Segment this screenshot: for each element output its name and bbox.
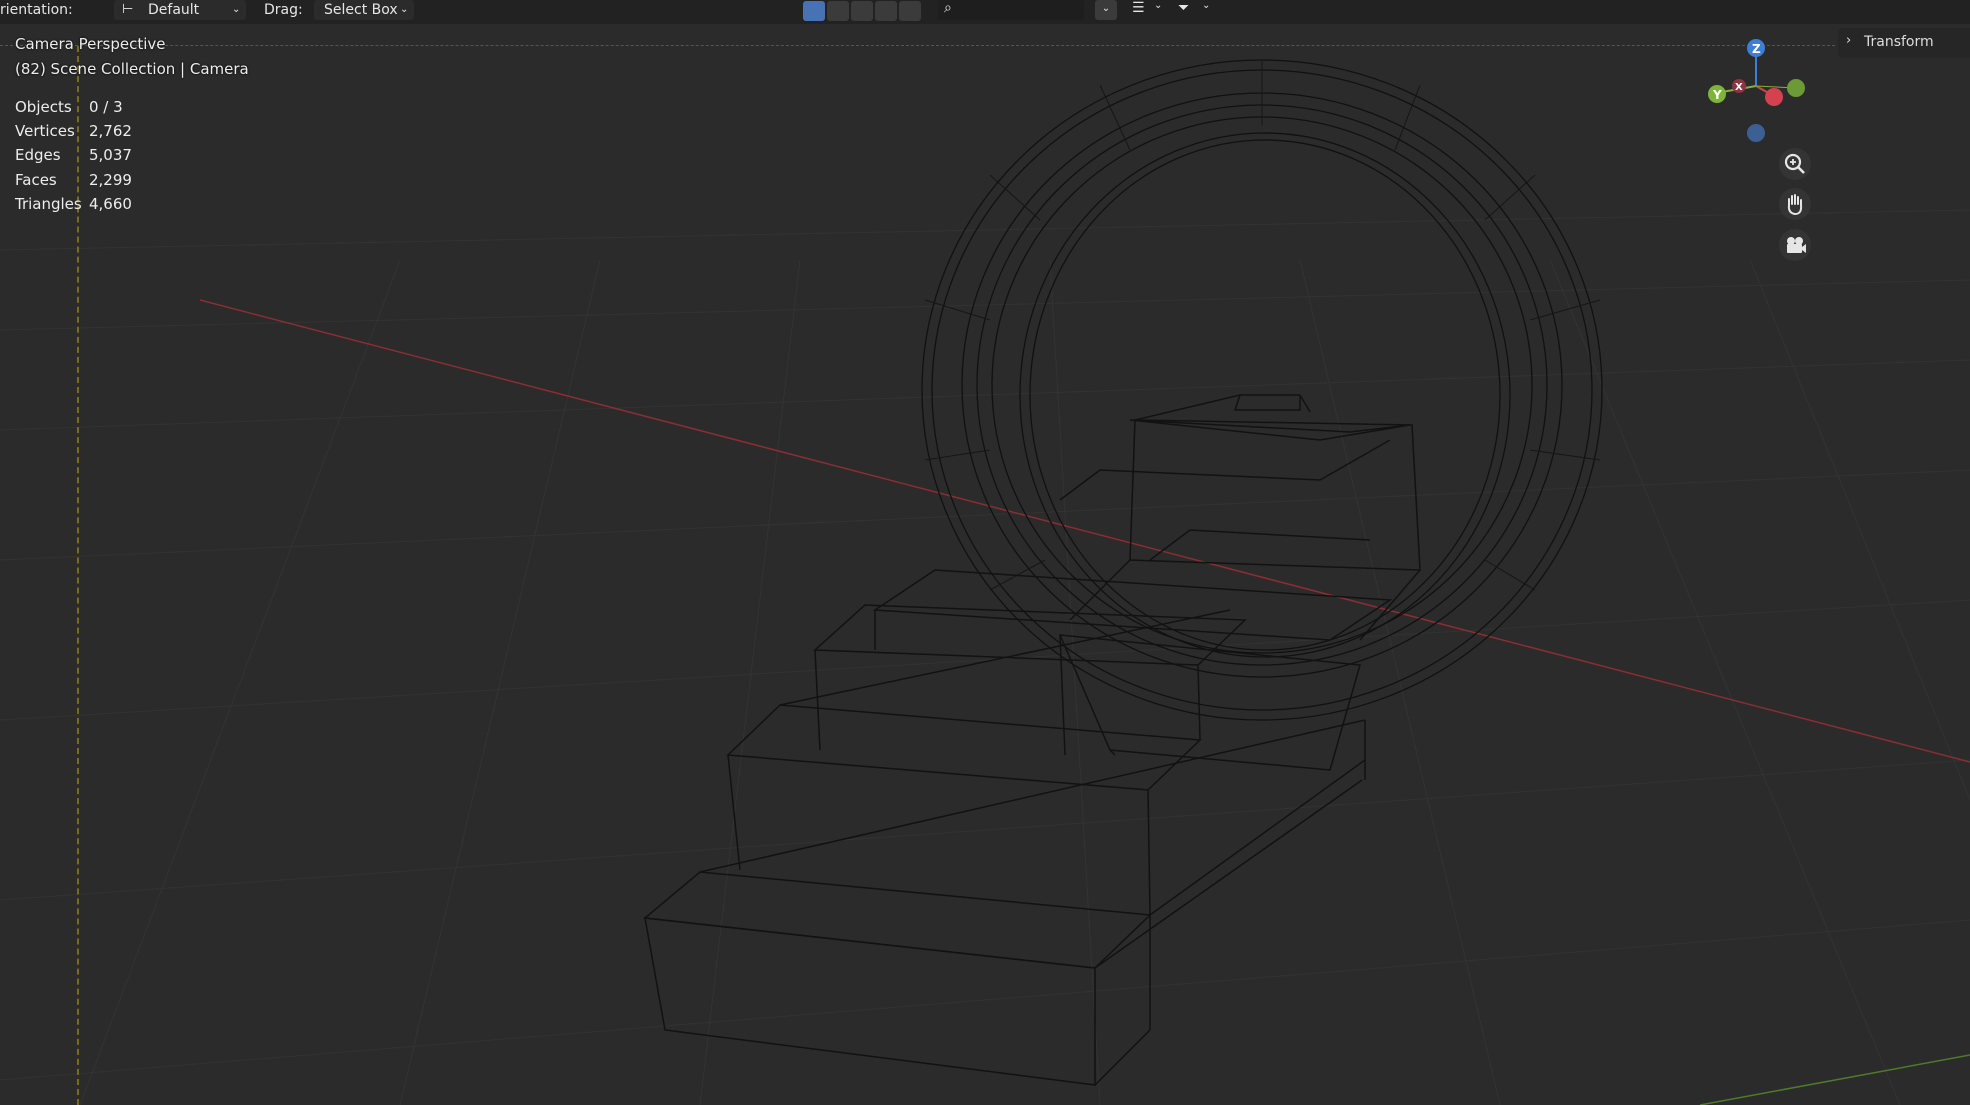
select-intersect-mode-button[interactable]	[899, 1, 921, 21]
select-new-mode-button[interactable]	[803, 1, 825, 21]
transform-label: Transform	[1864, 34, 1934, 50]
search-field[interactable]: ⌕	[938, 0, 1084, 20]
search-input[interactable]	[962, 1, 1078, 19]
viewport-top-border	[0, 45, 1835, 46]
orientation-axes-icon: ⊢	[122, 2, 134, 17]
stat-value: 0 / 3	[89, 98, 123, 116]
zoom-button[interactable]	[1779, 148, 1811, 180]
chevron-down-icon: ⌄	[400, 4, 409, 15]
viewport-canvas[interactable]	[0, 0, 1970, 1105]
orientation-dropdown[interactable]: ⊢ Default ⌄	[114, 0, 246, 20]
search-icon: ⌕	[944, 0, 952, 16]
z-axis-label: Z	[1752, 42, 1761, 56]
navigation-gizmo[interactable]: Z Y X	[1700, 36, 1810, 146]
stat-value: 2,299	[89, 171, 132, 189]
stat-label: Vertices	[15, 122, 75, 140]
filter-button[interactable]: ⏷ ⌄	[1174, 0, 1216, 20]
chevron-down-icon: ⌄	[1202, 0, 1211, 11]
stat-label: Objects	[15, 98, 72, 116]
x-axis-handle	[1765, 88, 1783, 106]
camera-icon	[1787, 237, 1806, 253]
outliner-filter-button[interactable]: ☰ ⌄	[1128, 0, 1168, 20]
stat-label: Faces	[15, 171, 57, 189]
hand-icon	[1787, 194, 1803, 216]
viewport-header: rientation: ⊢ Default ⌄ Drag: Select Box…	[0, 0, 1970, 24]
stat-value: 4,660	[89, 195, 132, 213]
funnel-icon: ⏷	[1178, 0, 1190, 16]
chevron-right-icon: ›	[1846, 33, 1852, 48]
drag-value: Select Box	[324, 2, 398, 18]
drag-dropdown[interactable]: Select Box ⌄	[314, 0, 414, 20]
drag-label: Drag:	[264, 2, 303, 18]
transform-panel-toggle[interactable]: › Transform	[1838, 28, 1970, 58]
y-axis-label: Y	[1712, 88, 1722, 102]
stat-label: Triangles	[15, 195, 82, 213]
orientation-label: rientation:	[0, 2, 73, 18]
list-icon: ☰	[1132, 0, 1145, 16]
stat-value: 2,762	[89, 122, 132, 140]
zoom-icon	[1784, 153, 1805, 174]
neg-y-axis-handle	[1787, 79, 1805, 97]
select-extend-mode-button[interactable]	[827, 1, 849, 21]
select-subtract-mode-button[interactable]	[851, 1, 873, 21]
camera-view-button[interactable]	[1779, 229, 1811, 261]
select-invert-mode-button[interactable]	[875, 1, 897, 21]
neg-z-axis-handle	[1747, 124, 1765, 142]
chevron-down-icon: ⌄	[1154, 0, 1163, 11]
stat-label: Edges	[15, 146, 61, 164]
x-axis-label: X	[1735, 82, 1743, 93]
orientation-value: Default	[148, 2, 200, 18]
view-name: Camera Perspective	[15, 35, 166, 53]
pan-button[interactable]	[1779, 188, 1811, 220]
collection-path: (82) Scene Collection | Camera	[15, 60, 249, 78]
chevron-down-icon: ⌄	[232, 4, 241, 15]
overlay-dropdown-button[interactable]: ⌄	[1095, 0, 1117, 20]
stat-value: 5,037	[89, 146, 132, 164]
